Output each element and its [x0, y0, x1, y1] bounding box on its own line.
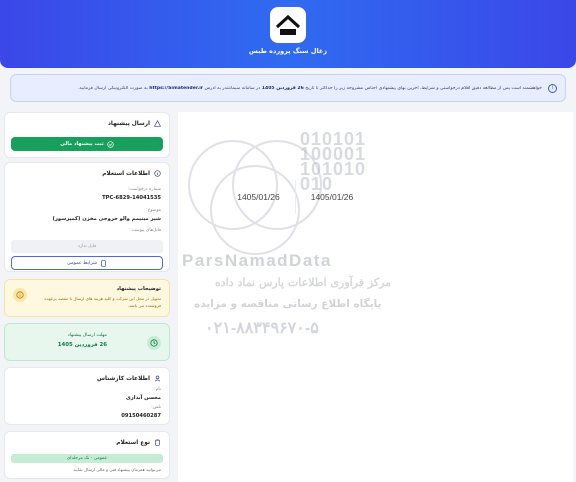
deadline-notice: i خواهشمند است پس از مطالعه دقیق اقلام د… [10, 74, 566, 102]
inquiry-info-title-text: اطلاعات استعلام [102, 170, 150, 177]
date-cell: 1405/01/26 [237, 192, 280, 202]
clipboard-icon [154, 439, 161, 446]
inquiry-type-text: می‌توانید همزمان پیشنهاد فنی و مالی ارسا… [73, 467, 161, 472]
deadline-value: 26 فروردین 1405 [57, 342, 107, 348]
inquiry-type-card: نوع استعلام عمومی - تک مرحله‌ای می‌توانی… [4, 431, 170, 479]
page-header: زغال سنگ پرورده طبس [0, 0, 576, 68]
expert-card: اطلاعات کارشناس نام: محسن آبداری تلفن: 0… [4, 367, 170, 425]
request-number-label: شماره درخواست: [127, 187, 161, 192]
general-terms-label: شرایط عمومی [66, 260, 98, 266]
buyer-notes-card: توضیحات پیشنهاد تحویل در محل این شرکت و … [4, 279, 170, 317]
house-logo-icon [275, 14, 301, 35]
deadline-label: مهلت ارسال پیشنهاد [67, 333, 107, 338]
user-icon [154, 375, 161, 382]
buyer-notes-title: توضیحات پیشنهاد [116, 286, 161, 292]
attachments-label: فایل‌های پیوست: [130, 228, 161, 233]
notice-text-middle: در سامانه سیمانتندر به آدرس [204, 85, 261, 91]
info-icon: i [548, 83, 557, 93]
expert-title-text: اطلاعات کارشناس [97, 375, 150, 382]
inquiry-type-title: نوع استعلام [116, 439, 161, 446]
notice-text-after: به صورت الکترونیکی ارسال فرمایید. [77, 85, 148, 91]
expert-name-value: محسن آبداری [126, 395, 161, 401]
subject-label: موضوع: [146, 208, 161, 213]
company-name: زغال سنگ پرورده طبس [248, 47, 328, 55]
document-icon [100, 259, 107, 267]
watermark-line-2: پایگاه اطلاع رسانی مناقصه و مزایده [194, 298, 382, 310]
info-icon [13, 288, 27, 302]
expert-phone-label: تلفن: [151, 405, 161, 410]
inquiry-info-card: اطلاعات استعلام شماره درخواست: TPC-6829-… [4, 162, 170, 272]
expert-name-label: نام: [154, 387, 161, 392]
inquiry-type-title-text: نوع استعلام [116, 439, 150, 446]
deadline-card: مهلت ارسال پیشنهاد 26 فروردین 1405 [4, 323, 170, 361]
inquiry-type-badge: عمومی - تک مرحله‌ای [11, 454, 163, 463]
send-offer-title-text: ارسال پیشنهاد [107, 120, 150, 127]
request-number-value: TPC-6829-14041535 [102, 195, 161, 201]
general-terms-button[interactable]: شرایط عمومی [11, 256, 163, 270]
expert-title: اطلاعات کارشناس [97, 375, 161, 382]
notice-url-link[interactable]: https://Simatender.ir [149, 86, 203, 91]
info-circle-icon [154, 170, 161, 177]
expert-phone-value: 09150460287 [121, 413, 161, 419]
subject-value: شیر مینیمم والو خروجی مخزن (کمپرسور) [52, 216, 162, 222]
send-offer-card: ارسال پیشنهاد ثبت پیشنهاد مالی [4, 112, 170, 158]
buyer-notes-text: تحویل در محل این شرکت و کلیه هزینه های ا… [44, 296, 161, 308]
watermark-line-1: مرکز فرآوری اطلاعات پارس نماد داده [215, 276, 392, 289]
notice-text: خواهشمند است پس از مطالعه دقیق اقلام درخ… [19, 86, 542, 91]
company-logo [270, 7, 306, 43]
inquiry-info-title: اطلاعات استعلام [102, 170, 161, 177]
no-file-row: فایل ندارد [11, 240, 163, 253]
warning-icon [154, 120, 161, 127]
date-row: 1405/01/26 1405/01/26 [222, 180, 368, 214]
submit-financial-offer-label: ثبت پیشنهاد مالی [60, 141, 104, 147]
date-cell: 1405/01/26 [295, 180, 368, 214]
clock-icon [147, 336, 161, 350]
notice-text-before: خواهشمند است پس از مطالعه دقیق اقلام درخ… [305, 85, 542, 91]
watermark-phone: ۰۲۱-۸۸۳۴۹۶۷۰-۵ [205, 320, 319, 337]
submit-financial-offer-button[interactable]: ثبت پیشنهاد مالی [11, 137, 163, 151]
watermark-brand: ParsNamadData [182, 251, 332, 270]
send-offer-title: ارسال پیشنهاد [108, 120, 161, 127]
check-circle-icon [107, 140, 114, 148]
notice-deadline: 26 فروردین 1405 [261, 85, 304, 91]
